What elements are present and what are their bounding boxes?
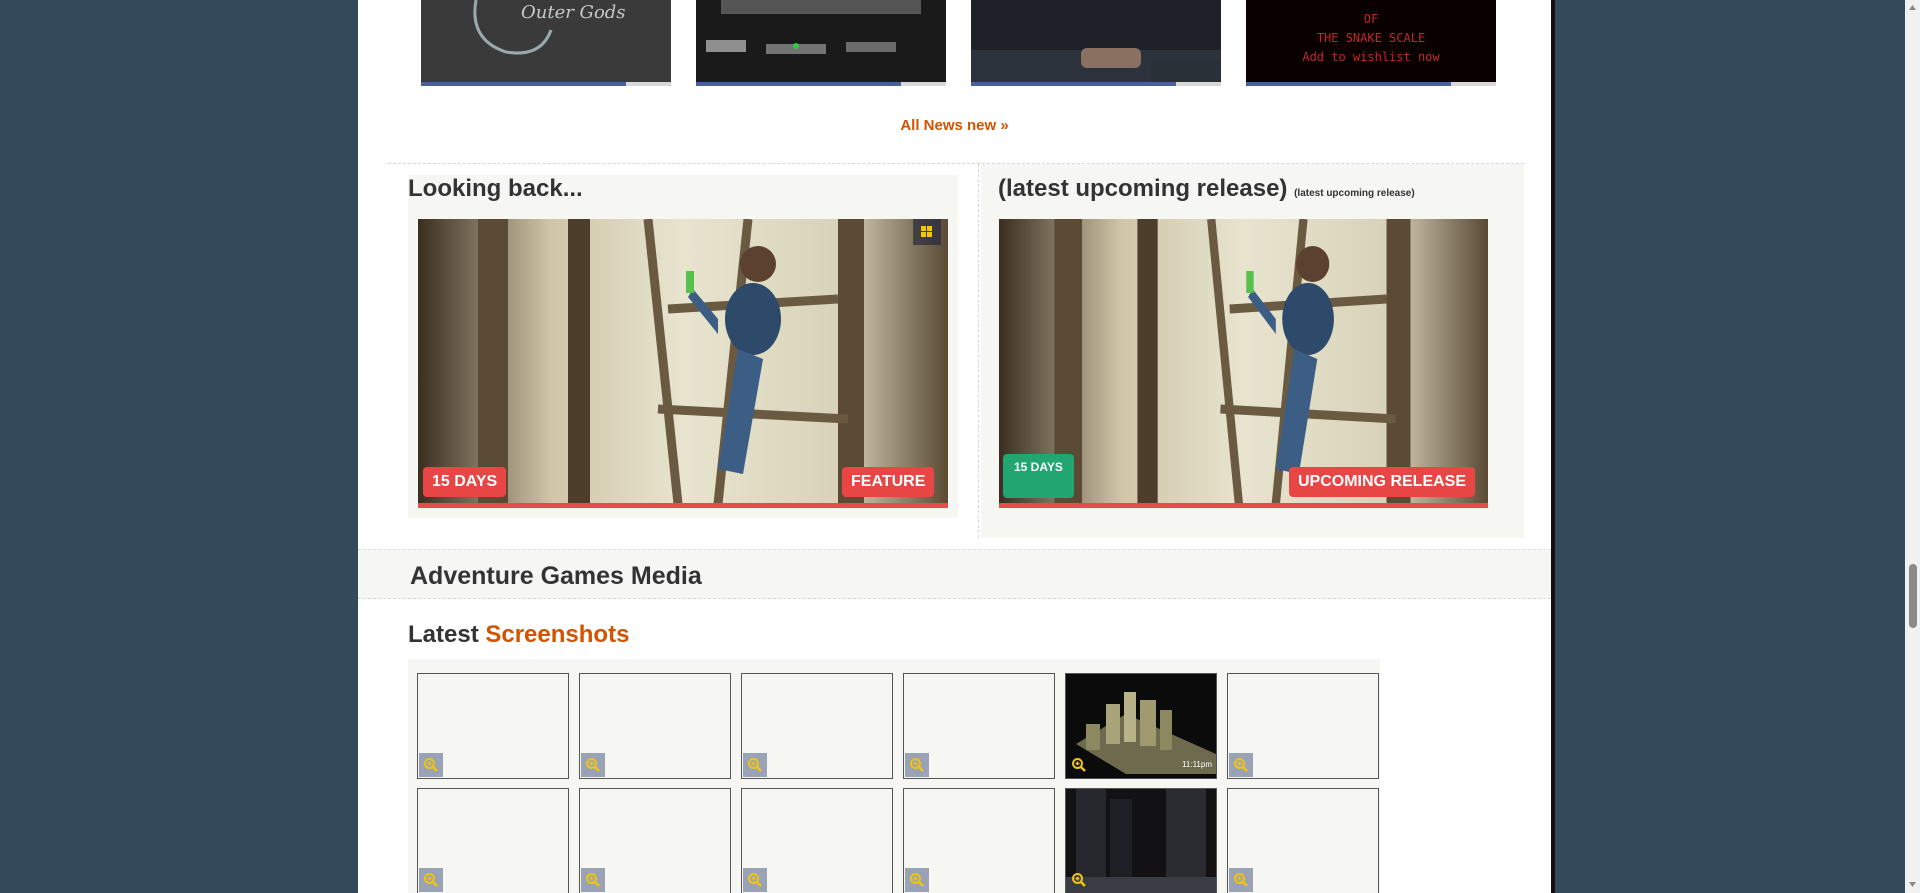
news-thumb-1-caption: Outer Gods [521,2,626,23]
upcoming-release-badge[interactable]: UPCOMING RELEASE [1289,467,1476,497]
news-thumb-4-line-1: OF [1363,12,1379,26]
looking-back-image[interactable] [418,219,948,504]
media-title: Adventure Games Media [410,562,702,590]
media-band: Adventure Games Media [358,549,1551,599]
zoom-in-icon[interactable] [905,753,929,777]
scroll-down-arrow-icon[interactable] [1908,880,1917,889]
zoom-in-icon[interactable] [1067,753,1091,777]
news-thumb-4[interactable]: OF THE SNAKE SCALE Add to wishlist now [1246,0,1496,86]
screenshot-thumb-street[interactable] [1065,788,1217,893]
news-thumb-2[interactable] [696,0,946,86]
latest-prefix: Latest [408,621,479,648]
screenshot-thumb[interactable] [903,673,1055,779]
zoom-in-icon[interactable] [743,753,767,777]
zoom-in-icon[interactable] [419,753,443,777]
upcoming-title: (latest upcoming release) (latest upcomi… [998,175,1415,203]
upcoming-subtitle: (latest upcoming release) [1294,188,1415,199]
zoom-in-icon[interactable] [743,868,767,892]
screenshot-thumb[interactable] [903,788,1055,893]
screenshot-thumb[interactable] [741,673,893,779]
zoom-in-icon[interactable] [905,868,929,892]
screenshot-caption: 11:11pm [1182,760,1212,769]
scroll-up-arrow-icon[interactable] [1908,3,1917,12]
screenshot-thumb[interactable] [579,788,731,893]
news-thumb-2-image [696,0,946,82]
news-thumb-1[interactable]: Outer Gods [421,0,671,86]
scroll-thumb[interactable] [1909,564,1917,628]
upcoming-title-text: (latest upcoming release) [998,175,1288,202]
news-thumb-4-progress [1246,82,1451,86]
page-content: Outer Gods OF THE SNAKE SCALE Add to wis… [358,0,1551,893]
upcoming-redline [999,503,1488,508]
news-thumb-1-image: Outer Gods [421,0,671,82]
looking-back-redline [418,503,948,508]
zoom-in-icon[interactable] [419,868,443,892]
screenshot-thumb[interactable] [417,673,569,779]
page-edge [1551,0,1555,893]
zoom-in-icon[interactable] [581,868,605,892]
news-thumb-2-progress [696,82,901,86]
screenshot-thumb[interactable] [741,788,893,893]
clock-scene-image [418,219,948,504]
news-thumb-1-progress [421,82,626,86]
news-thumb-3[interactable] [971,0,1221,86]
feature-badge[interactable]: FEATURE [842,467,935,497]
news-thumb-4-line-3: Add to wishlist now [1302,50,1440,64]
screenshot-thumb[interactable] [1227,673,1379,779]
news-thumb-3-image [971,0,1221,82]
news-thumb-3-progress [971,82,1176,86]
news-thumb-4-line-2: THE SNAKE SCALE [1316,31,1426,45]
zoom-in-icon[interactable] [581,753,605,777]
zoom-in-icon[interactable] [1229,868,1253,892]
latest-screenshots-title: Latest Screenshots [408,621,629,649]
all-news-link[interactable]: All News new » [358,117,1551,134]
windows-icon [913,219,941,245]
column-divider [978,164,979,538]
zoom-in-icon[interactable] [1067,868,1091,892]
looking-back-days-badge: 15 DAYS [423,467,507,497]
screenshot-thumb[interactable] [1227,788,1379,893]
screenshots-link[interactable]: Screenshots [485,621,629,648]
zoom-in-icon[interactable] [1229,753,1253,777]
looking-back-title: Looking back... [408,175,583,202]
screenshot-thumb[interactable] [417,788,569,893]
screenshot-thumb-city[interactable]: 11:11pm [1065,673,1217,779]
screenshot-thumb[interactable] [579,673,731,779]
upcoming-days-badge: 15 DAYS [1003,454,1074,498]
scrollbar[interactable] [1905,0,1920,893]
news-thumb-4-image: OF THE SNAKE SCALE Add to wishlist now [1246,0,1496,82]
